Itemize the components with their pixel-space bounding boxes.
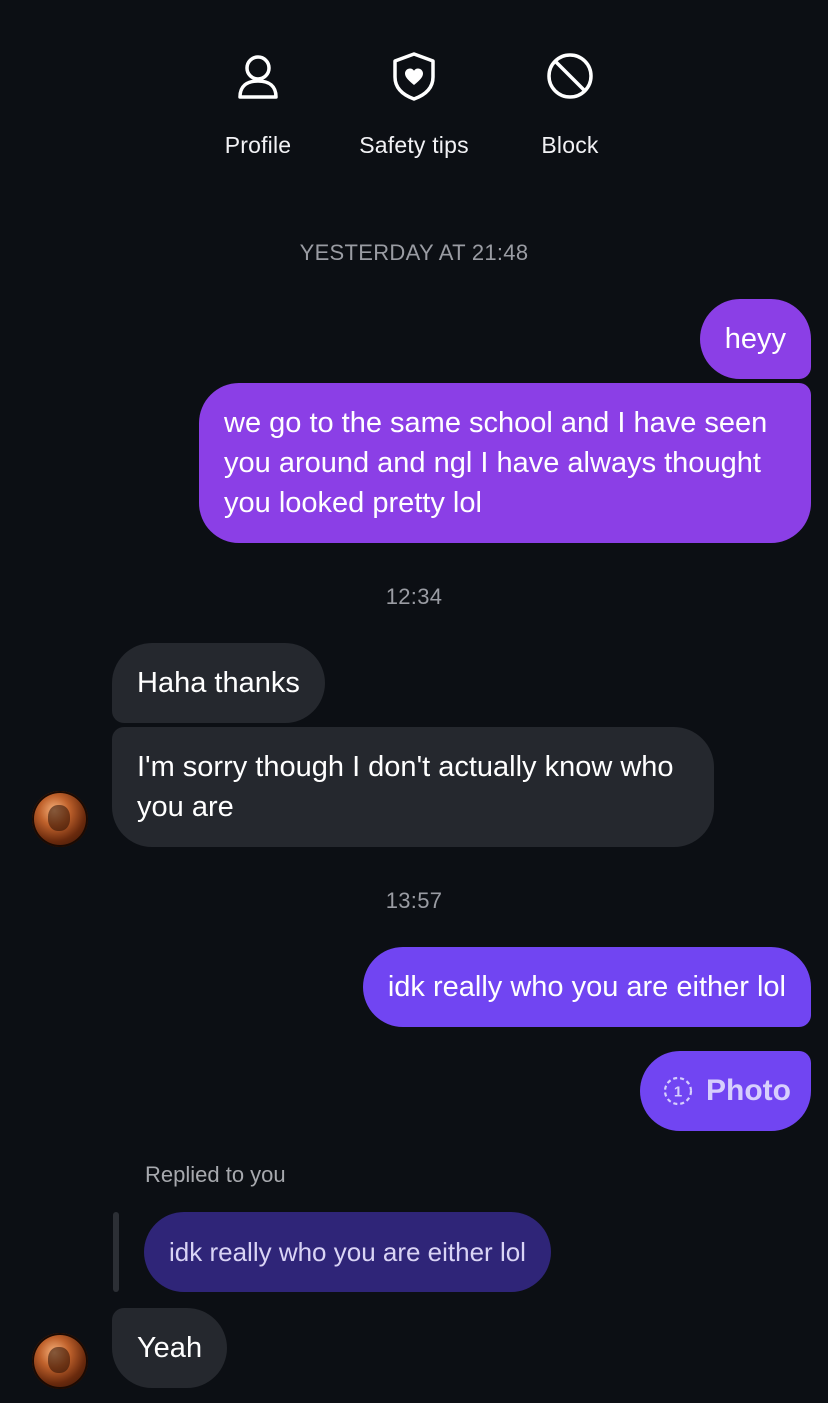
view-once-icon: 1 <box>663 1076 693 1106</box>
outgoing-message[interactable]: idk really who you are either lol <box>362 947 811 1027</box>
profile-label: Profile <box>224 132 292 158</box>
shield-heart-icon <box>393 52 435 101</box>
timestamp: 12:34 <box>385 584 443 609</box>
avatar[interactable] <box>32 1333 88 1389</box>
message-text: heyy <box>724 323 786 355</box>
avatar[interactable] <box>32 791 88 847</box>
reply-quote-bar <box>113 1212 119 1292</box>
conversation-actions: Profile Safety tips Block <box>0 48 828 168</box>
message-text: we go to the same school and I have seen… <box>224 407 768 519</box>
block-button[interactable]: Block <box>490 48 650 159</box>
quoted-message[interactable]: idk really who you are either lol <box>144 1212 551 1292</box>
reply-label: Replied to you <box>145 1162 286 1187</box>
outgoing-message[interactable]: heyy <box>699 299 811 379</box>
block-label: Block <box>541 132 599 158</box>
person-icon <box>238 55 278 99</box>
message-text: Yeah <box>137 1332 203 1364</box>
incoming-message[interactable]: Yeah <box>112 1308 228 1388</box>
safety-tips-button[interactable]: Safety tips <box>334 48 494 159</box>
view-once-count: 1 <box>674 1084 682 1101</box>
photo-label: Photo <box>706 1074 791 1107</box>
timestamp: YESTERDAY AT 21:48 <box>299 240 529 265</box>
message-text: Haha thanks <box>137 667 300 699</box>
block-icon <box>547 53 593 99</box>
incoming-message[interactable]: Haha thanks <box>112 643 325 723</box>
quoted-text: idk really who you are either lol <box>169 1236 526 1267</box>
message-text: I'm sorry though I don't actually know w… <box>137 751 674 823</box>
profile-button[interactable]: Profile <box>178 48 338 159</box>
message-text: idk really who you are either lol <box>387 971 786 1003</box>
outgoing-message[interactable]: we go to the same school and I have seen… <box>199 383 811 543</box>
incoming-message[interactable]: I'm sorry though I don't actually know w… <box>112 727 714 847</box>
safety-tips-label: Safety tips <box>359 132 469 158</box>
view-once-photo-message[interactable]: 1 Photo <box>640 1051 811 1131</box>
timestamp: 13:57 <box>385 888 443 913</box>
